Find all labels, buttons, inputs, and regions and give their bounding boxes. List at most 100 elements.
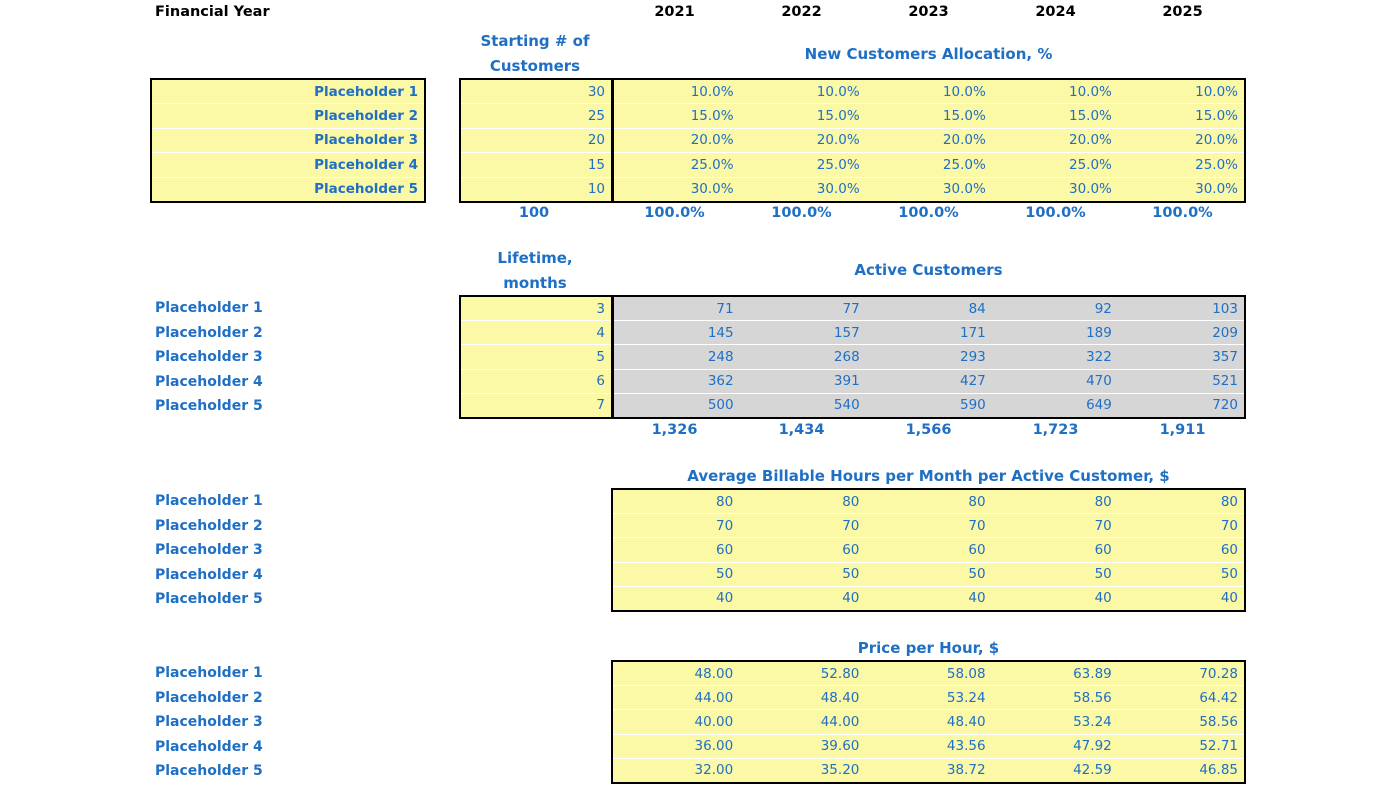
billable-hours-cell[interactable]: 60: [613, 537, 740, 563]
price-per-hour-cell[interactable]: 36.00: [613, 734, 740, 759]
billable-hours-cell[interactable]: 40: [1117, 586, 1244, 610]
billable-hours-cell[interactable]: 50: [739, 562, 866, 587]
table-row[interactable]: Placeholder 3: [152, 128, 424, 154]
allocation-cell[interactable]: 20.0%: [991, 128, 1118, 154]
price-per-hour-cell[interactable]: 52.71: [1117, 734, 1244, 759]
table-row[interactable]: 500 540 590 649 720: [613, 393, 1244, 417]
starting-customers-cell[interactable]: 20: [461, 128, 611, 154]
price-per-hour-cell[interactable]: 58.56: [991, 685, 1118, 711]
billable-hours-cell[interactable]: 60: [739, 537, 866, 563]
table-row[interactable]: 25: [461, 103, 611, 129]
table-row[interactable]: Placeholder 2: [152, 103, 424, 129]
billable-hours-cell[interactable]: 70: [991, 513, 1118, 539]
table-row[interactable]: 7: [461, 393, 611, 417]
price-per-hour-cell[interactable]: 42.59: [991, 758, 1118, 782]
allocation-cell[interactable]: 25.0%: [613, 152, 740, 178]
price-per-hour-cell[interactable]: 44.00: [613, 685, 740, 711]
allocation-cell[interactable]: 15.0%: [613, 103, 740, 129]
table-row[interactable]: 71 77 84 92 103: [613, 297, 1244, 322]
price-per-hour-cell[interactable]: 40.00: [613, 709, 740, 735]
table-row[interactable]: 30: [461, 80, 611, 105]
billable-hours-cell[interactable]: 60: [865, 537, 992, 563]
allocation-cell[interactable]: 10.0%: [739, 80, 866, 105]
billable-hours-cell[interactable]: 60: [991, 537, 1118, 563]
price-per-hour-cell[interactable]: 70.28: [1117, 662, 1244, 687]
table-row[interactable]: 10: [461, 177, 611, 201]
billable-hours-cell[interactable]: 70: [739, 513, 866, 539]
table-row[interactable]: 50 50 50 50 50: [613, 562, 1244, 587]
table-row[interactable]: 15: [461, 152, 611, 178]
table-row[interactable]: Placeholder 4: [152, 152, 424, 178]
billable-hours-cell[interactable]: 70: [865, 513, 992, 539]
starting-customers-cell[interactable]: 10: [461, 177, 611, 201]
lifetime-cell[interactable]: 3: [461, 297, 611, 322]
billable-hours-cell[interactable]: 50: [1117, 562, 1244, 587]
billable-hours-cell[interactable]: 80: [1117, 490, 1244, 515]
price-per-hour-cell[interactable]: 47.92: [991, 734, 1118, 759]
table-row[interactable]: 48.00 52.80 58.08 63.89 70.28: [613, 662, 1244, 687]
price-per-hour-cell[interactable]: 39.60: [739, 734, 866, 759]
table-row[interactable]: 40 40 40 40 40: [613, 586, 1244, 610]
allocation-cell[interactable]: 20.0%: [739, 128, 866, 154]
billable-hours-cell[interactable]: 40: [613, 586, 740, 610]
price-per-hour-cell[interactable]: 46.85: [1117, 758, 1244, 782]
table-row[interactable]: 20.0% 20.0% 20.0% 20.0% 20.0%: [613, 128, 1244, 154]
price-per-hour-cell[interactable]: 53.24: [991, 709, 1118, 735]
price-per-hour-cell[interactable]: 64.42: [1117, 685, 1244, 711]
billable-hours-cell[interactable]: 80: [865, 490, 992, 515]
allocation-cell[interactable]: 20.0%: [1117, 128, 1244, 154]
billable-hours-cell[interactable]: 80: [613, 490, 740, 515]
table-row[interactable]: 145 157 171 189 209: [613, 320, 1244, 346]
billable-hours-cell[interactable]: 40: [865, 586, 992, 610]
price-per-hour-cell[interactable]: 53.24: [865, 685, 992, 711]
allocation-cell[interactable]: 20.0%: [865, 128, 992, 154]
table-row[interactable]: 4: [461, 320, 611, 346]
allocation-cell[interactable]: 15.0%: [865, 103, 992, 129]
table-row[interactable]: 10.0% 10.0% 10.0% 10.0% 10.0%: [613, 80, 1244, 105]
starting-customers-cell[interactable]: 25: [461, 103, 611, 129]
price-per-hour-cell[interactable]: 43.56: [865, 734, 992, 759]
starting-customers-cell[interactable]: 15: [461, 152, 611, 178]
price-per-hour-cell[interactable]: 38.72: [865, 758, 992, 782]
billable-hours-cell[interactable]: 70: [1117, 513, 1244, 539]
table-row[interactable]: 6: [461, 369, 611, 394]
allocation-cell[interactable]: 25.0%: [991, 152, 1118, 178]
table-row[interactable]: 60 60 60 60 60: [613, 537, 1244, 563]
price-per-hour-cell[interactable]: 52.80: [739, 662, 866, 687]
allocation-cell[interactable]: 30.0%: [865, 177, 992, 201]
allocation-cell[interactable]: 30.0%: [739, 177, 866, 201]
table-row[interactable]: 15.0% 15.0% 15.0% 15.0% 15.0%: [613, 103, 1244, 129]
billable-hours-cell[interactable]: 40: [991, 586, 1118, 610]
table-row[interactable]: 30.0% 30.0% 30.0% 30.0% 30.0%: [613, 177, 1244, 201]
allocation-cell[interactable]: 20.0%: [613, 128, 740, 154]
allocation-cell[interactable]: 10.0%: [865, 80, 992, 105]
billable-hours-cell[interactable]: 50: [865, 562, 992, 587]
price-per-hour-cell[interactable]: 58.08: [865, 662, 992, 687]
price-per-hour-cell[interactable]: 48.40: [865, 709, 992, 735]
price-per-hour-cell[interactable]: 48.40: [739, 685, 866, 711]
table-row[interactable]: 70 70 70 70 70: [613, 513, 1244, 539]
billable-hours-cell[interactable]: 70: [613, 513, 740, 539]
allocation-cell[interactable]: 10.0%: [1117, 80, 1244, 105]
table-row[interactable]: 40.00 44.00 48.40 53.24 58.56: [613, 709, 1244, 735]
allocation-cell[interactable]: 30.0%: [613, 177, 740, 201]
price-per-hour-cell[interactable]: 44.00: [739, 709, 866, 735]
table-row[interactable]: 80 80 80 80 80: [613, 490, 1244, 515]
billable-hours-cell[interactable]: 60: [1117, 537, 1244, 563]
table-row[interactable]: 362 391 427 470 521: [613, 369, 1244, 394]
table-row[interactable]: Placeholder 1: [152, 80, 424, 105]
table-row[interactable]: 36.00 39.60 43.56 47.92 52.71: [613, 734, 1244, 759]
table-row[interactable]: 32.00 35.20 38.72 42.59 46.85: [613, 758, 1244, 782]
billable-hours-cell[interactable]: 80: [991, 490, 1118, 515]
table-row[interactable]: 25.0% 25.0% 25.0% 25.0% 25.0%: [613, 152, 1244, 178]
table-row[interactable]: 3: [461, 297, 611, 322]
table-row[interactable]: 44.00 48.40 53.24 58.56 64.42: [613, 685, 1244, 711]
allocation-cell[interactable]: 30.0%: [991, 177, 1118, 201]
price-per-hour-cell[interactable]: 48.00: [613, 662, 740, 687]
table-row[interactable]: 5: [461, 344, 611, 370]
allocation-cell[interactable]: 25.0%: [865, 152, 992, 178]
allocation-cell[interactable]: 10.0%: [613, 80, 740, 105]
allocation-cell[interactable]: 15.0%: [739, 103, 866, 129]
billable-hours-cell[interactable]: 50: [991, 562, 1118, 587]
table-row[interactable]: 248 268 293 322 357: [613, 344, 1244, 370]
